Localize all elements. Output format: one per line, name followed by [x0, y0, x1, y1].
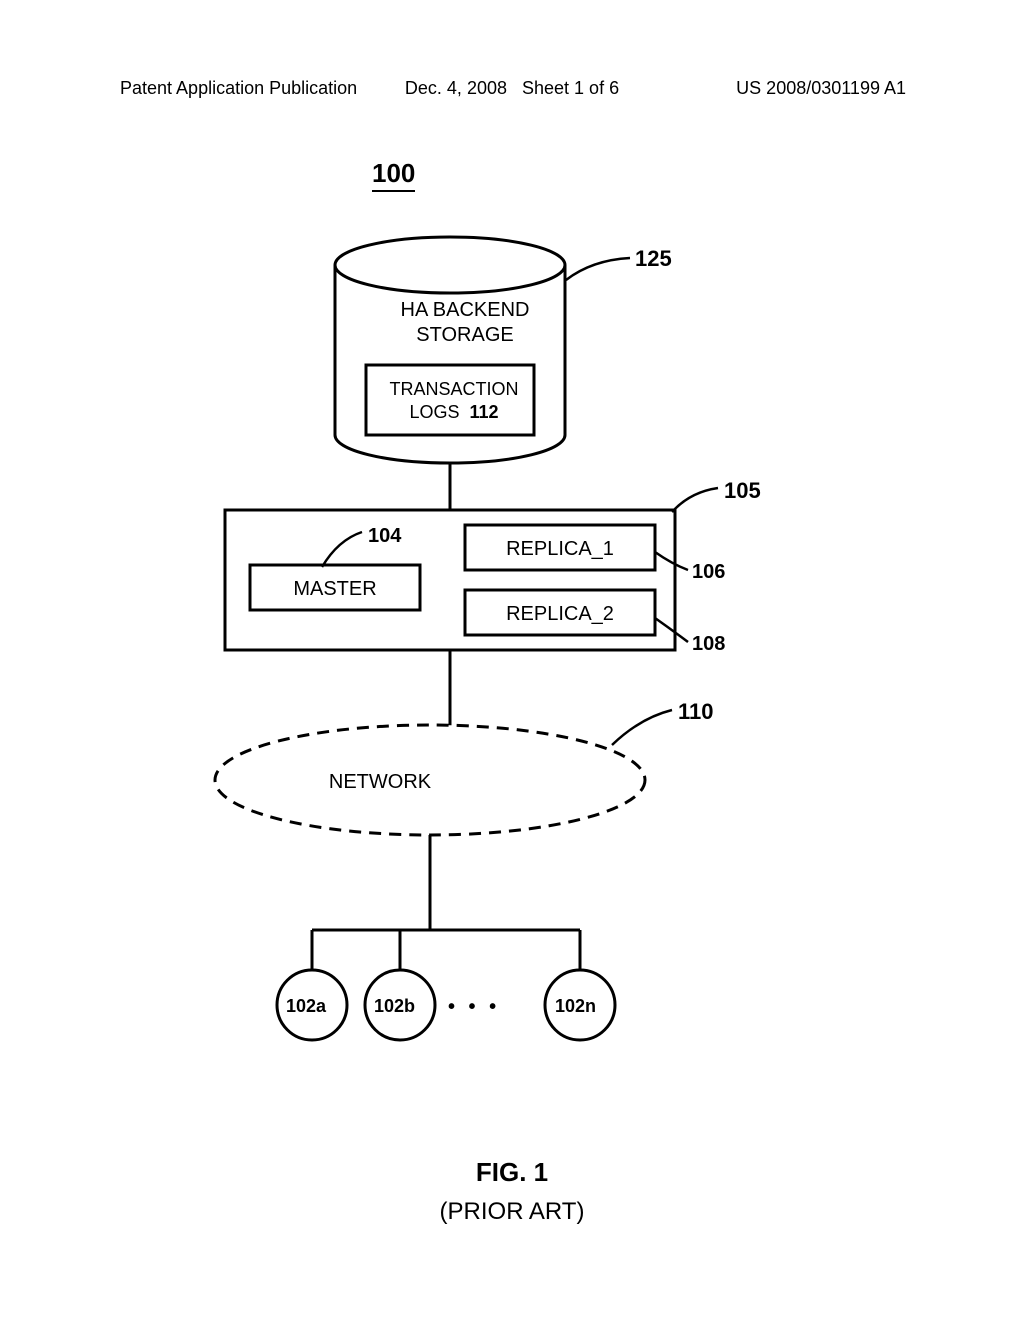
replica1-label: REPLICA_1 [465, 537, 655, 562]
figure-caption: FIG. 1 (PRIOR ART) [0, 1157, 1024, 1226]
ref-105: 105 [724, 477, 761, 505]
ref-106: 106 [692, 560, 725, 585]
leadline-105 [672, 488, 718, 512]
storage-title: HA BACKEND STORAGE [380, 298, 550, 348]
ref-110: 110 [678, 698, 714, 726]
client-b-label: 102b [374, 995, 415, 1018]
prior-art-label: (PRIOR ART) [0, 1198, 1024, 1226]
clients-dots: • • • [448, 995, 500, 1020]
replica2-label: REPLICA_2 [465, 602, 655, 627]
transaction-logs-label: TRANSACTION LOGS 112 [370, 378, 538, 423]
client-a-label: 102a [286, 995, 326, 1018]
ref-108: 108 [692, 632, 725, 657]
ref-104: 104 [368, 524, 401, 549]
figure-number-100: 100 [372, 158, 415, 192]
master-label: MASTER [250, 577, 420, 602]
leadline-110 [612, 710, 672, 745]
diagram-figure-1 [130, 210, 890, 1170]
leadline-125 [566, 258, 630, 280]
client-n-label: 102n [555, 995, 596, 1018]
fig-label: FIG. 1 [0, 1157, 1024, 1188]
ref-125: 125 [635, 245, 672, 273]
network-label: NETWORK [280, 770, 480, 795]
cylinder-storage [335, 237, 565, 463]
header-right: US 2008/0301199 A1 [736, 78, 906, 99]
header-left: Patent Application Publication [120, 78, 357, 99]
header-center: Dec. 4, 2008 Sheet 1 of 6 [405, 78, 619, 99]
page-header: Patent Application Publication Dec. 4, 2… [0, 78, 1024, 99]
